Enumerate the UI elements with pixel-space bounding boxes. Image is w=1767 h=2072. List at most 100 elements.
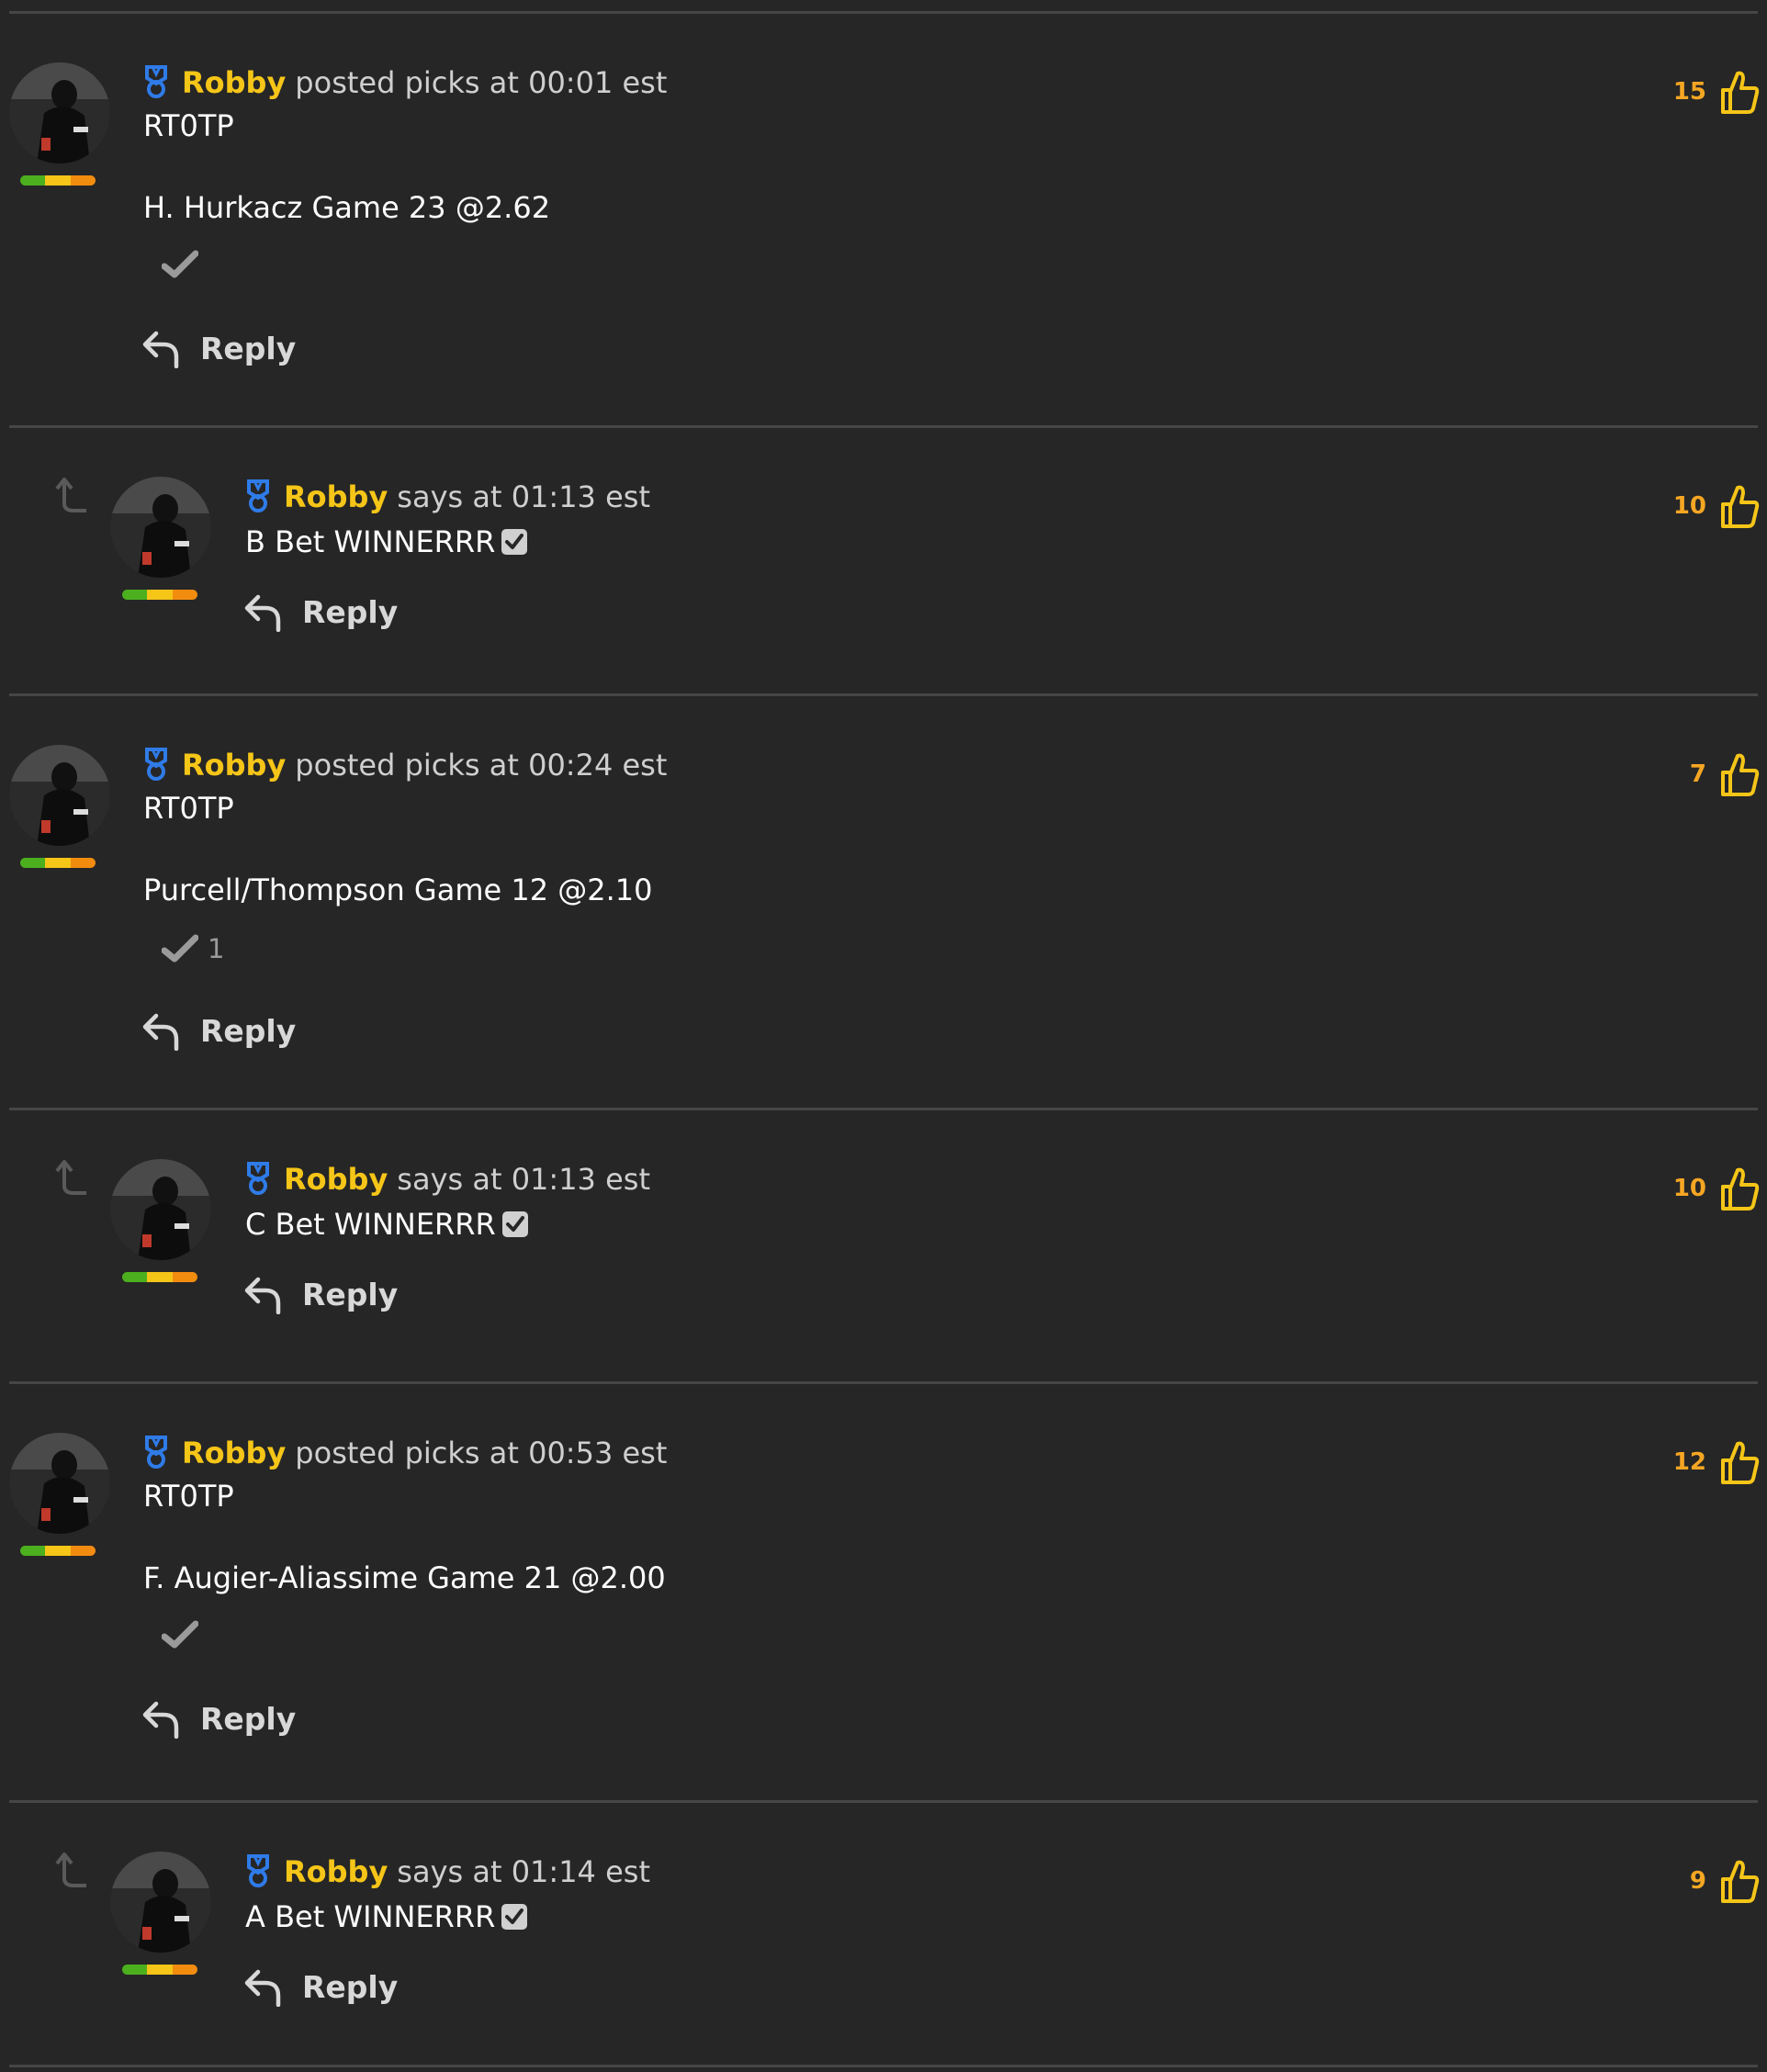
medal-badge-icon	[245, 1162, 271, 1197]
reply-text: B Bet WINNERRR	[245, 524, 496, 559]
tick-count: 1	[208, 933, 225, 964]
medal-badge-icon	[143, 65, 169, 100]
reply-arrow-icon	[244, 594, 281, 632]
reply-text: A Bet WINNERRR	[245, 1899, 496, 1934]
post-meta: Robby posted picks at 00:53 est	[143, 1433, 667, 1473]
divider	[9, 425, 1758, 428]
rating-bar	[20, 175, 96, 186]
avatar[interactable]	[9, 745, 110, 846]
pick-text: Purcell/Thompson Game 12 @2.10	[143, 873, 653, 907]
thumbs-up-icon	[1721, 1441, 1760, 1484]
avatar-photo	[9, 62, 110, 163]
checkmark-icon	[162, 250, 198, 278]
author-name[interactable]: Robby	[182, 65, 286, 100]
thumbs-up-icon	[1721, 1860, 1760, 1903]
reply-arrow-icon	[142, 331, 179, 368]
checked-box-icon	[501, 529, 528, 555]
like-count: 10	[1672, 1175, 1706, 1202]
avatar-photo	[110, 1159, 211, 1260]
reply-label: Reply	[302, 593, 399, 630]
checkmark-tick[interactable]: 1	[162, 933, 224, 964]
post-title: RT0TP	[143, 791, 234, 826]
divider	[9, 1800, 1758, 1803]
checkmark-icon	[162, 1620, 198, 1649]
avatar-photo	[110, 477, 211, 578]
author-name[interactable]: Robby	[182, 748, 286, 783]
like-count: 15	[1672, 78, 1706, 106]
post-timestamp: says at 01:13 est	[397, 1162, 650, 1197]
medal-badge-icon	[143, 1436, 169, 1470]
post-meta: Robby posted picks at 00:24 est	[143, 745, 667, 785]
rating-bar	[20, 858, 96, 868]
post-timestamp: posted picks at 00:24 est	[295, 748, 668, 783]
post-meta: Robby says at 01:13 est	[245, 1159, 650, 1199]
reply-button[interactable]: Reply	[243, 591, 398, 632]
reply-label: Reply	[302, 1276, 399, 1312]
like-count: 12	[1672, 1448, 1706, 1476]
reply-button[interactable]: Reply	[243, 1274, 398, 1314]
checkmark-tick[interactable]	[162, 1620, 208, 1650]
rating-bar	[122, 1272, 197, 1282]
medal-badge-icon	[245, 1854, 271, 1889]
post-meta: Robby posted picks at 00:01 est	[143, 62, 667, 103]
reply-button[interactable]: Reply	[141, 328, 296, 368]
reply-text-row: B Bet WINNERRR	[245, 524, 528, 559]
reply-arrow-icon	[142, 1701, 179, 1739]
checkmark-icon	[162, 934, 198, 963]
divider	[9, 693, 1758, 696]
post-meta: Robby says at 01:13 est	[245, 477, 650, 517]
post-meta: Robby says at 01:14 est	[245, 1852, 650, 1892]
reply-arrow-icon	[142, 1013, 179, 1051]
like-button[interactable]: 10	[1673, 1165, 1760, 1212]
author-name[interactable]: Robby	[284, 479, 388, 514]
post-title: RT0TP	[143, 1479, 234, 1514]
reply-button[interactable]: Reply	[243, 1966, 398, 2007]
avatar[interactable]	[110, 477, 211, 578]
reply-label: Reply	[200, 330, 297, 366]
like-button[interactable]: 12	[1673, 1438, 1760, 1486]
reply-button[interactable]: Reply	[141, 1698, 296, 1739]
avatar[interactable]	[110, 1852, 211, 1953]
reply-label: Reply	[302, 1968, 399, 2005]
avatar[interactable]	[110, 1159, 211, 1260]
avatar-photo	[9, 745, 110, 846]
avatar[interactable]	[9, 1433, 110, 1534]
checked-box-icon	[501, 1211, 528, 1237]
reply-arrow-icon	[244, 1277, 281, 1314]
avatar-photo	[110, 1852, 211, 1953]
rating-bar	[20, 1546, 96, 1556]
post-timestamp: posted picks at 00:53 est	[295, 1436, 668, 1470]
checked-box-icon	[501, 1904, 528, 1930]
author-name[interactable]: Robby	[284, 1162, 388, 1197]
rating-bar	[122, 590, 197, 600]
like-button[interactable]: 10	[1673, 482, 1760, 530]
medal-badge-icon	[245, 479, 271, 514]
rating-bar	[122, 1965, 197, 1975]
like-button[interactable]: 15	[1673, 68, 1760, 116]
reply-text: C Bet WINNERRR	[245, 1207, 496, 1242]
thumbs-up-icon	[1721, 71, 1760, 114]
pick-text: F. Augier-Aliassime Game 21 @2.00	[143, 1560, 666, 1595]
post-timestamp: says at 01:14 est	[397, 1854, 650, 1889]
nested-reply-icon	[55, 478, 86, 512]
author-name[interactable]: Robby	[284, 1854, 388, 1889]
like-count: 10	[1672, 492, 1706, 520]
comment-feed: Robby posted picks at 00:01 est RT0TP H.…	[0, 0, 1767, 2072]
medal-badge-icon	[143, 748, 169, 783]
checkmark-tick[interactable]	[162, 250, 208, 279]
nested-reply-icon	[55, 1852, 86, 1887]
like-button[interactable]: 9	[1690, 1857, 1760, 1905]
pick-text: H. Hurkacz Game 23 @2.62	[143, 190, 551, 225]
author-name[interactable]: Robby	[182, 1436, 286, 1470]
reply-text-row: C Bet WINNERRR	[245, 1207, 529, 1242]
reply-arrow-icon	[244, 1969, 281, 2007]
avatar[interactable]	[9, 62, 110, 163]
divider	[9, 2065, 1758, 2067]
reply-label: Reply	[200, 1012, 297, 1049]
thumbs-up-icon	[1721, 485, 1760, 528]
reply-button[interactable]: Reply	[141, 1010, 296, 1051]
divider	[9, 1381, 1758, 1384]
like-button[interactable]: 7	[1690, 750, 1760, 798]
like-count: 9	[1689, 1867, 1706, 1895]
divider	[9, 1108, 1758, 1110]
